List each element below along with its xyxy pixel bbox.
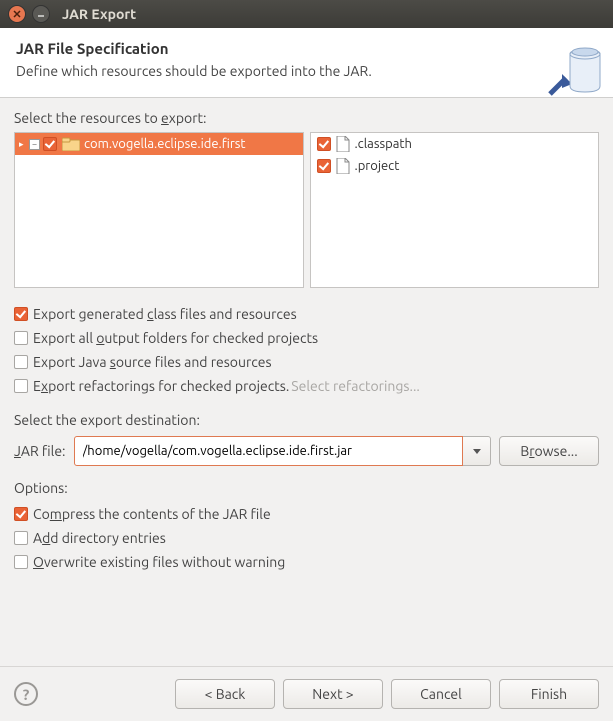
file-name: .project [355,159,400,173]
export-refactorings-option[interactable]: Export refactorings for checked projects… [14,374,599,398]
finish-button[interactable]: Finish [499,679,599,709]
cancel-button[interactable]: Cancel [391,679,491,709]
checkbox[interactable] [14,355,28,369]
file-checkbox[interactable] [317,159,331,173]
tree-collapse-icon[interactable]: − [29,139,40,150]
file-list-pane[interactable]: .classpath .project [310,132,600,288]
browse-button[interactable]: Browse... [499,436,599,466]
resource-tree-pane[interactable]: ▸ − com.vogella.eclipse.ide.first [14,132,304,288]
options-label: Options: [14,480,599,496]
back-button[interactable]: < Back [175,679,275,709]
tree-item[interactable]: ▸ − com.vogella.eclipse.ide.first [15,133,303,155]
jar-file-input[interactable] [74,436,464,466]
add-directory-entries-option[interactable]: Add directory entries [14,526,599,550]
project-icon [62,137,80,151]
file-name: .classpath [355,137,412,151]
checkbox[interactable] [14,331,28,345]
select-refactorings-link: Select refactorings... [291,378,420,394]
titlebar: JAR Export [0,0,613,28]
file-icon [336,136,350,152]
checkbox[interactable] [14,379,28,393]
overwrite-option[interactable]: Overwrite existing files without warning [14,550,599,574]
checkbox[interactable] [14,531,28,545]
file-item[interactable]: .classpath [311,133,599,155]
file-checkbox[interactable] [317,137,331,151]
help-button[interactable]: ? [14,682,38,706]
checkbox[interactable] [14,507,28,521]
resources-label: Select the resources to export: [14,110,599,126]
export-source-files-option[interactable]: Export Java source files and resources [14,350,599,374]
checkbox[interactable] [14,555,28,569]
page-title: JAR File Specification [16,40,597,57]
destination-label: Select the export destination: [14,412,599,428]
file-item[interactable]: .project [311,155,599,177]
footer: ? < Back Next > Cancel Finish [0,666,613,721]
jar-file-label: JAR file: [14,443,66,459]
file-icon [336,158,350,174]
jar-file-combo[interactable] [74,436,492,466]
jar-icon [548,42,603,102]
export-class-files-option[interactable]: Export generated class files and resourc… [14,302,599,326]
tree-item-label: com.vogella.eclipse.ide.first [84,137,246,151]
jar-file-dropdown[interactable] [463,436,491,466]
close-window-button[interactable] [8,5,26,23]
checkbox[interactable] [14,307,28,321]
next-button[interactable]: Next > [283,679,383,709]
compress-option[interactable]: Compress the contents of the JAR file [14,502,599,526]
content-area: Select the resources to export: ▸ − com.… [0,98,613,582]
header: JAR File Specification Define which reso… [0,28,613,98]
export-output-folders-option[interactable]: Export all output folders for checked pr… [14,326,599,350]
window-title: JAR Export [62,6,136,22]
minimize-window-button[interactable] [32,5,50,23]
tree-expand-icon[interactable]: ▸ [19,139,29,150]
page-subtitle: Define which resources should be exporte… [16,63,597,79]
tree-item-checkbox[interactable] [43,137,57,151]
chevron-down-icon [473,449,481,454]
